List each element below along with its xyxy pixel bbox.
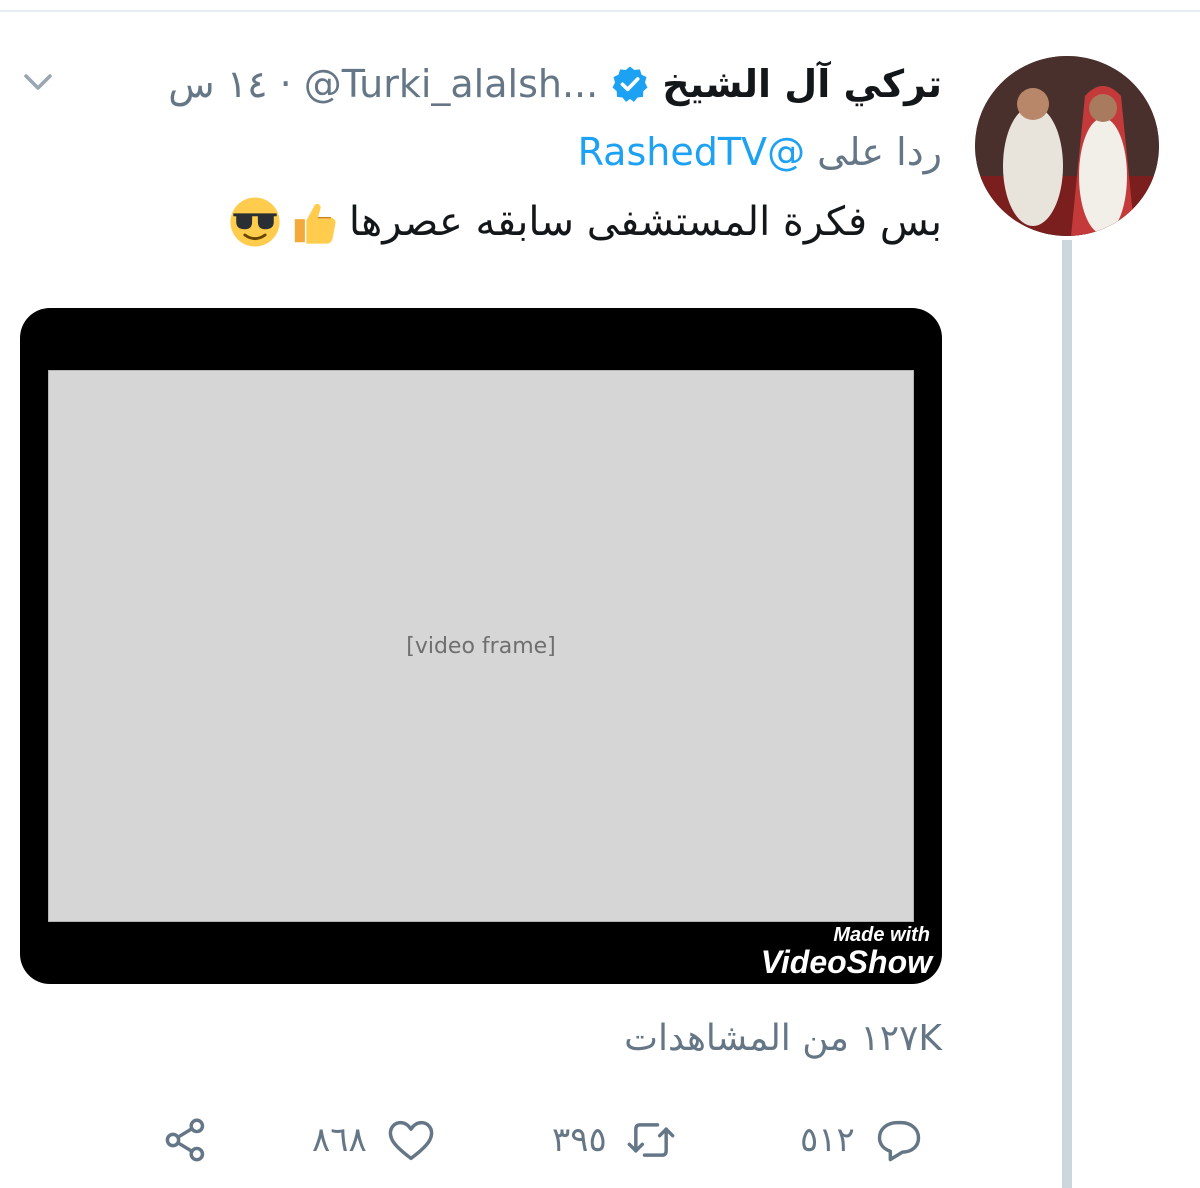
like-count: ٨٦٨ <box>312 1120 367 1160</box>
tweet-header: تركي آل الشيخ @Turki_alalsh... · ١٤ س <box>168 52 942 116</box>
action-bar: ٨٦٨ ٣٩٥ ٥١٢ <box>0 1100 960 1180</box>
thread-line <box>1062 240 1072 1188</box>
user-handle[interactable]: @Turki_alalsh... <box>304 62 599 106</box>
retweet-icon <box>627 1123 675 1157</box>
thumbs-up-icon <box>294 203 336 244</box>
reply-prefix: ردا على <box>817 130 942 174</box>
tweet-text-body: بس فكرة المستشفى سابقه عصرها <box>348 199 942 245</box>
separator-dot: · <box>279 62 292 106</box>
share-button[interactable] <box>160 1110 212 1170</box>
reply-context: ردا على @RashedTV <box>578 130 942 174</box>
reply-to-link[interactable]: @RashedTV <box>578 130 805 174</box>
share-icon <box>165 1118 205 1162</box>
reply-count: ٥١٢ <box>800 1120 855 1160</box>
watermark-videoshow: VideoShow <box>760 944 932 980</box>
video-frame: [video frame] <box>48 370 914 922</box>
reply-button[interactable]: ٥١٢ <box>800 1110 925 1170</box>
retweet-count: ٣٩٥ <box>552 1120 607 1160</box>
top-divider <box>0 10 1200 12</box>
view-count: ١٢٧K من المشاهدات <box>624 1018 942 1059</box>
video-player[interactable]: [video frame] Made with VideoShow <box>20 308 942 984</box>
chevron-down-icon[interactable] <box>20 64 56 100</box>
tweet-text: بس فكرة المستشفى سابقه عصرها <box>229 196 942 248</box>
tweet-time[interactable]: ١٤ س <box>168 62 267 106</box>
verified-badge-icon <box>612 66 648 102</box>
reply-bubble-icon <box>877 1120 921 1162</box>
avatar[interactable] <box>975 56 1159 236</box>
retweet-button[interactable]: ٣٩٥ <box>552 1110 677 1170</box>
heart-icon <box>388 1120 434 1161</box>
sunglasses-face-icon <box>230 197 280 247</box>
display-name[interactable]: تركي آل الشيخ <box>662 62 942 106</box>
avatar-photo <box>975 56 1159 236</box>
like-button[interactable]: ٨٦٨ <box>312 1110 437 1170</box>
